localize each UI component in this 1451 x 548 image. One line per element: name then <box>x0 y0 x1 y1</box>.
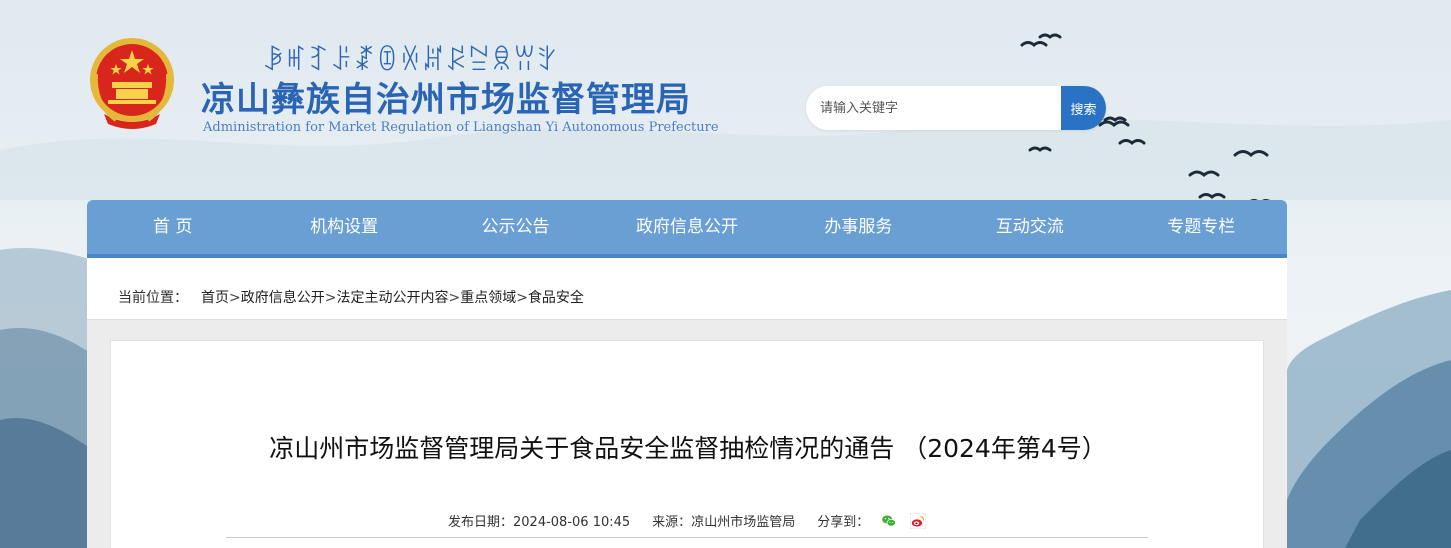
breadcrumb-separator: > <box>516 290 528 306</box>
article-meta: 发布日期：2024-08-06 10:45 来源：凉山州市场监管局 分享到： <box>448 511 926 530</box>
nav-item-announcements[interactable]: 公示公告 <box>430 200 601 254</box>
breadcrumb-separator: > <box>448 290 461 306</box>
breadcrumb-item-statutory[interactable]: 法定主动公开内容 <box>336 290 448 306</box>
breadcrumb-items: 首页>政府信息公开>法定主动公开内容>重点领域>食品安全 <box>201 287 584 307</box>
nav-item-interaction[interactable]: 互动交流 <box>944 200 1115 254</box>
breadcrumb-separator: > <box>324 290 337 306</box>
weibo-icon[interactable] <box>909 513 926 529</box>
date-label: 发布日期： <box>448 515 514 530</box>
breadcrumb-item-gov-info[interactable]: 政府信息公开 <box>241 290 325 306</box>
breadcrumb-item-food-safety[interactable]: 食品安全 <box>528 290 584 306</box>
nav-item-topics[interactable]: 专题专栏 <box>1116 200 1287 254</box>
nav-item-services[interactable]: 办事服务 <box>773 200 944 254</box>
breadcrumb-separator: > <box>229 290 241 306</box>
search-input[interactable] <box>820 86 1060 130</box>
breadcrumb-label: 当前位置： <box>118 290 188 306</box>
breadcrumb: 当前位置： 首页>政府信息公开>法定主动公开内容>重点领域>食品安全 <box>87 258 1287 320</box>
site-subtitle: Administration for Market Regulation of … <box>203 120 719 135</box>
wechat-icon[interactable] <box>881 513 898 529</box>
breadcrumb-item-key-areas[interactable]: 重点领域 <box>460 290 516 306</box>
publish-date: 2024-08-06 10:45 <box>513 515 631 530</box>
meta-divider <box>226 537 1148 538</box>
article-title: 凉山州市场监督管理局关于食品安全监督抽检情况的通告 （2024年第4号） <box>269 434 1107 463</box>
article-card: 凉山州市场监督管理局关于食品安全监督抽检情况的通告 （2024年第4号） 发布日… <box>110 340 1264 548</box>
main-nav: 首 页 机构设置 公示公告 政府信息公开 办事服务 互动交流 专题专栏 <box>87 200 1287 258</box>
nav-item-home[interactable]: 首 页 <box>87 200 258 254</box>
nav-item-organization[interactable]: 机构设置 <box>258 200 429 254</box>
source-value: 凉山州市场监管局 <box>691 515 796 530</box>
search-box: 搜索 <box>806 86 1106 130</box>
nav-item-gov-info[interactable]: 政府信息公开 <box>601 200 772 254</box>
breadcrumb-item-home[interactable]: 首页 <box>201 290 229 306</box>
search-button[interactable]: 搜索 <box>1061 86 1106 130</box>
national-emblem-icon <box>90 38 174 129</box>
site-title: 凉山彝族自治州市场监督管理局 <box>201 80 691 120</box>
source-label: 来源： <box>652 515 692 530</box>
share-label: 分享到： <box>817 515 870 530</box>
